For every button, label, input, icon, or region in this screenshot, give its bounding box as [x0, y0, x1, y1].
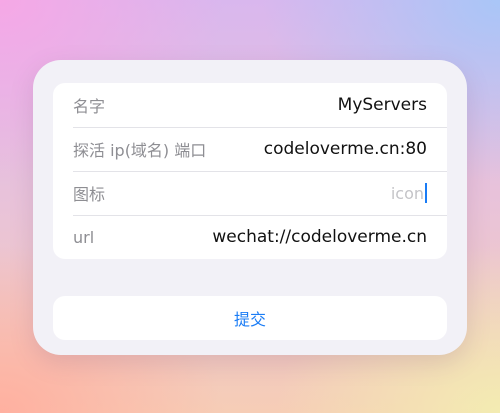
name-field-row[interactable]: 名字 MyServers [53, 83, 447, 127]
url-field-input[interactable]: wechat://codeloverme.cn [212, 227, 427, 247]
icon-field-label: 图标 [73, 185, 106, 204]
form-fields-group: 名字 MyServers 探活 ip(域名) 端口 codeloverme.cn… [53, 83, 447, 259]
probe-host-port-input[interactable]: codeloverme.cn:80 [264, 139, 427, 159]
icon-field-placeholder: icon [390, 183, 424, 203]
url-field-label: url [73, 227, 95, 247]
icon-field-row[interactable]: 图标 icon [53, 171, 447, 215]
probe-host-port-row[interactable]: 探活 ip(域名) 端口 codeloverme.cn:80 [53, 127, 447, 171]
url-field-row[interactable]: url wechat://codeloverme.cn [53, 215, 447, 259]
name-field-input[interactable]: MyServers [338, 95, 427, 115]
name-field-label: 名字 [73, 97, 106, 116]
text-cursor [425, 183, 427, 203]
submit-button[interactable]: 提交 [53, 296, 447, 340]
server-form-card: 名字 MyServers 探活 ip(域名) 端口 codeloverme.cn… [33, 60, 467, 355]
probe-host-port-label: 探活 ip(域名) 端口 [73, 141, 207, 160]
icon-field-input[interactable]: icon [391, 183, 427, 203]
